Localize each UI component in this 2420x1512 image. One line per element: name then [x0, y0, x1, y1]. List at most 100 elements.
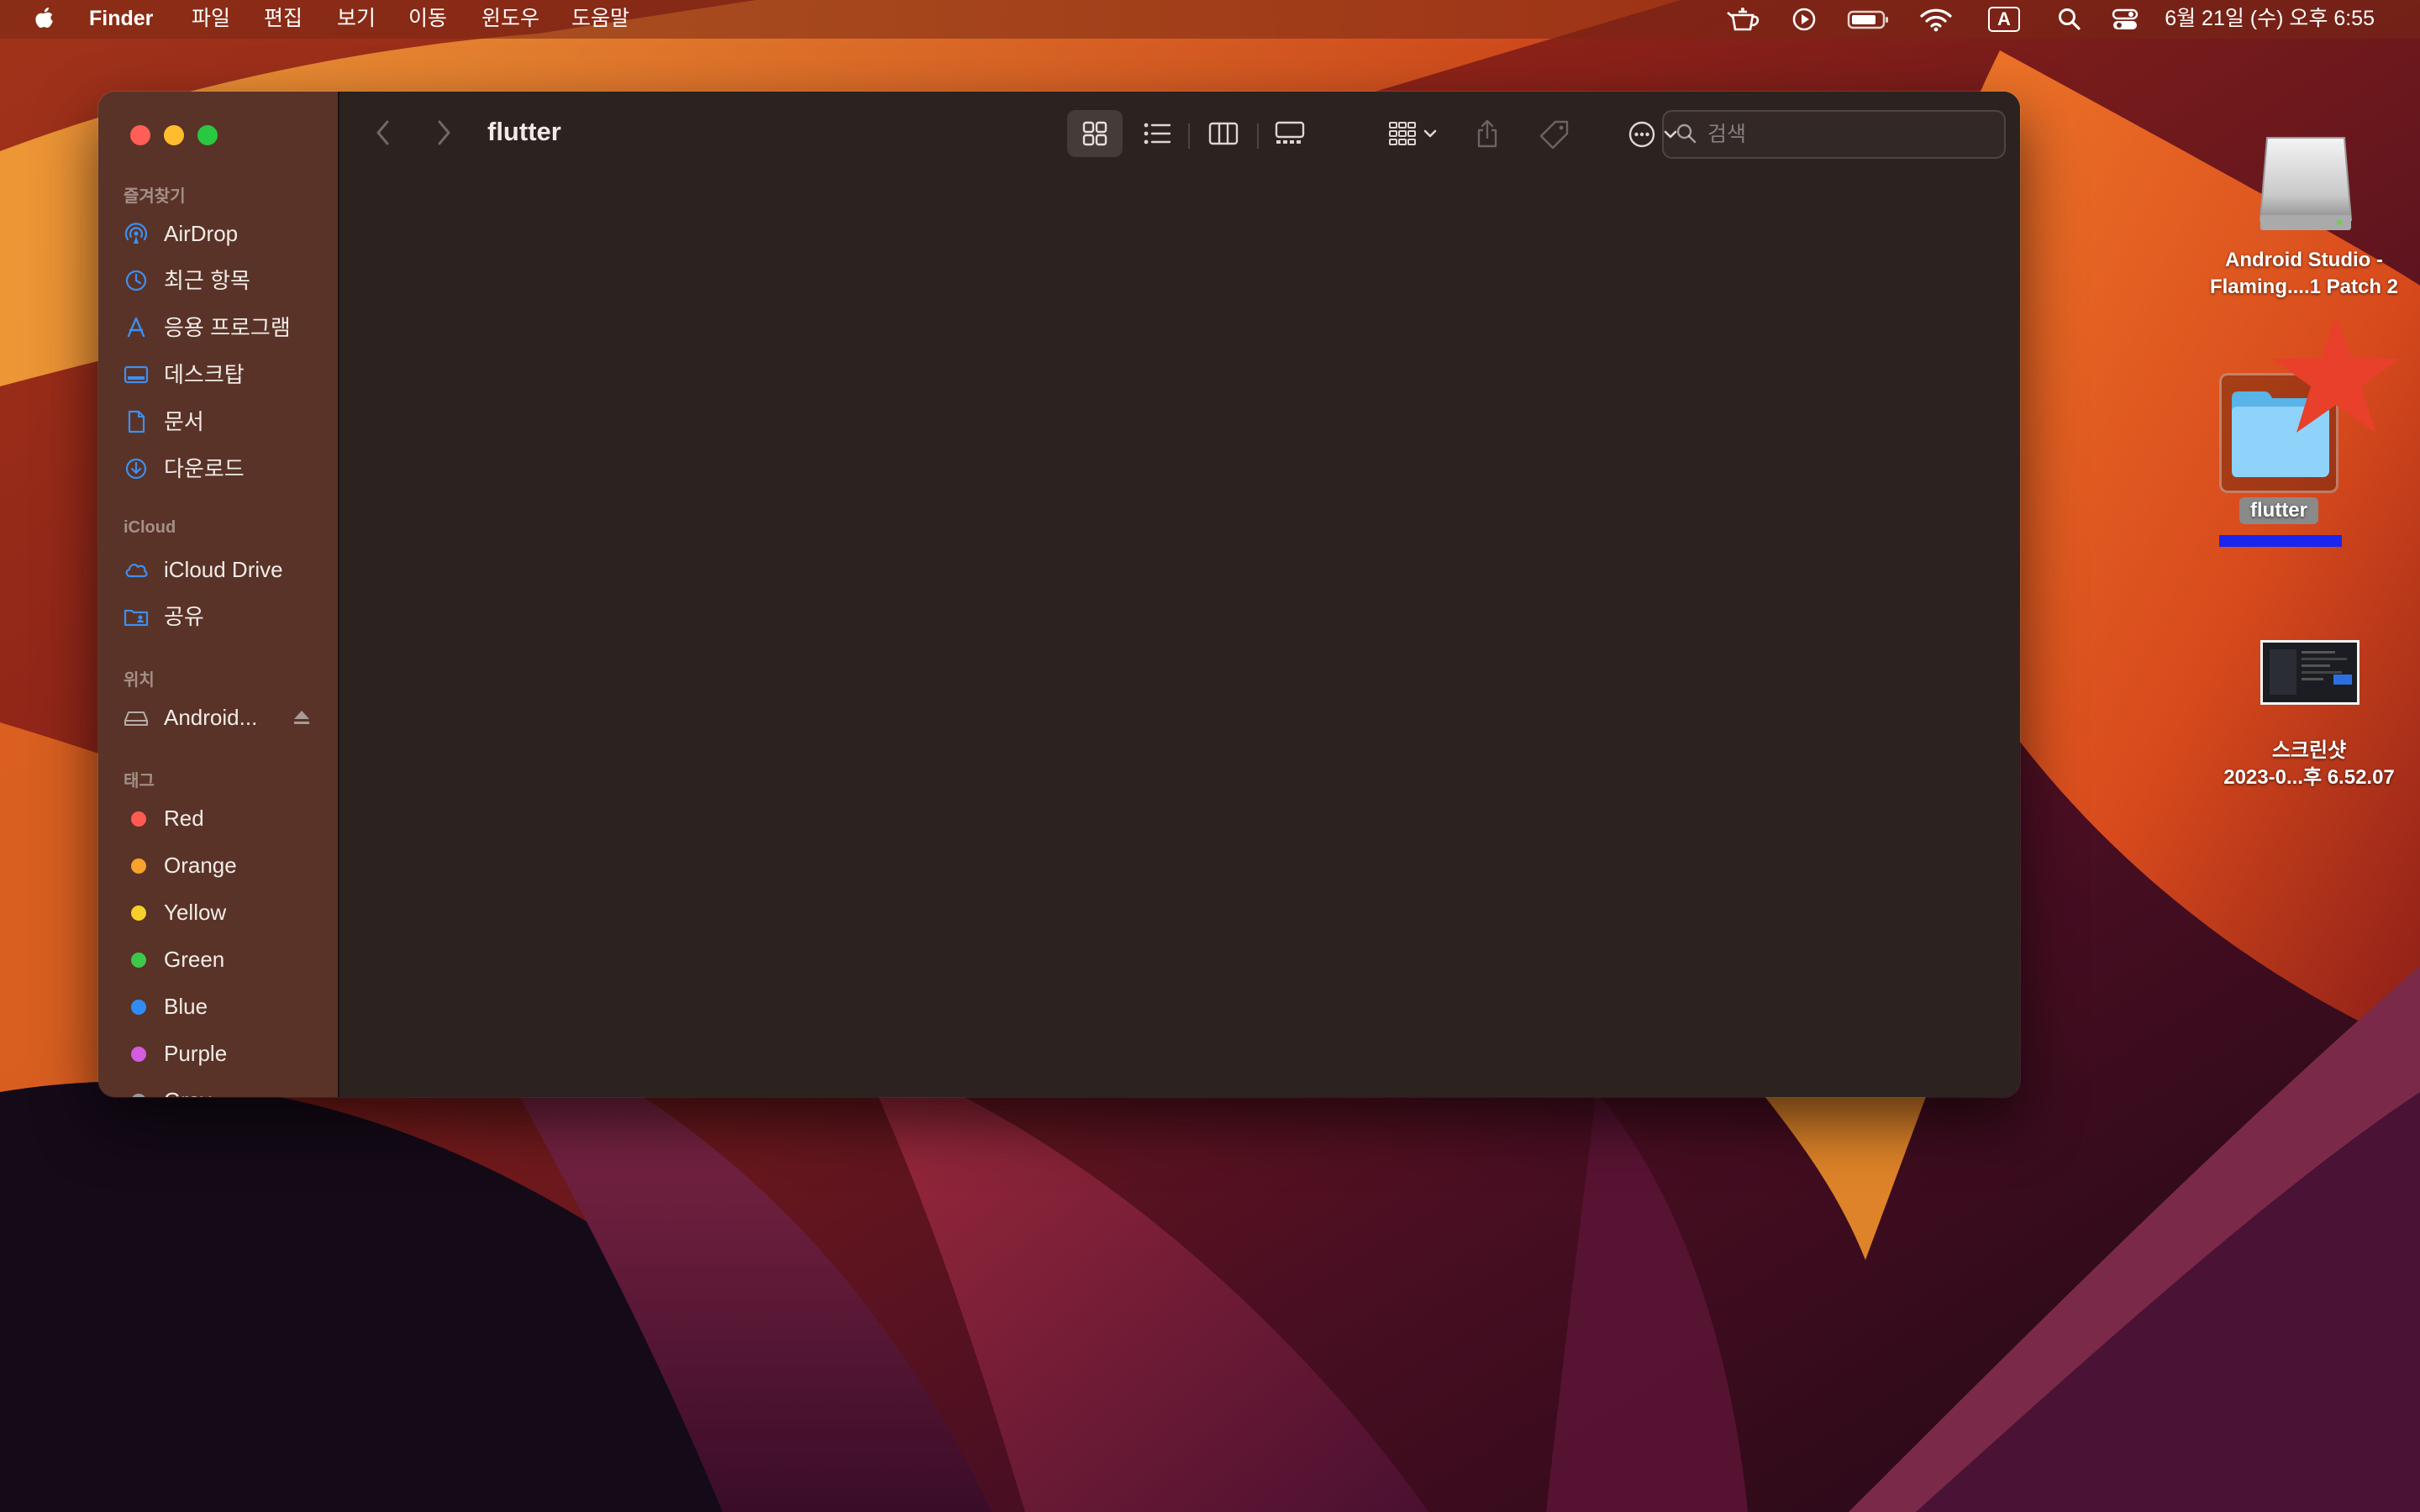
- forward-button[interactable]: [435, 118, 452, 147]
- sidebar-item-label: Yellow: [164, 900, 227, 925]
- share-icon: [1477, 119, 1497, 148]
- disk-image-label-line2: Flaming....1 Patch 2: [2209, 276, 2399, 298]
- finder-content-area[interactable]: flutter: [339, 92, 2020, 1097]
- eject-icon[interactable]: [292, 708, 311, 727]
- orange-tag-icon: [131, 858, 146, 874]
- sidebar-item-label: 다운로드: [164, 456, 245, 481]
- sidebar-item-tag-yellow[interactable]: Yellow: [124, 893, 329, 932]
- list-view-button[interactable]: [1133, 110, 1180, 157]
- disk-image-icon[interactable]: [2255, 133, 2356, 235]
- tag-icon: [1539, 120, 1569, 150]
- cloud-icon: [125, 564, 148, 578]
- menu-finder[interactable]: Finder: [89, 6, 153, 31]
- menubar-clock[interactable]: 6월 21일 (수) 오후 6:55: [2165, 6, 2375, 31]
- menu-bar: Finder 파일 편집 보기 이동 윈도우 도움말 A 6월 21일 (수) …: [0, 0, 2420, 39]
- window-title: flutter: [487, 117, 561, 146]
- menu-window[interactable]: 윈도우: [481, 6, 539, 31]
- list-icon: [1144, 123, 1171, 144]
- icon-view-button[interactable]: [1067, 110, 1123, 157]
- icloud-section-title: iCloud: [124, 518, 176, 537]
- desktop-icon: [124, 365, 149, 384]
- close-window-button[interactable]: [130, 125, 150, 145]
- sidebar-item-tag-purple[interactable]: Purple: [124, 1034, 329, 1073]
- airdrop-icon: [124, 223, 148, 244]
- menu-file[interactable]: 파일: [192, 6, 230, 31]
- search-field[interactable]: [1662, 110, 2006, 159]
- kettle-icon[interactable]: [1725, 5, 1764, 34]
- green-tag-icon: [131, 953, 146, 968]
- sidebar-item-label: Purple: [164, 1041, 228, 1066]
- columns-icon: [1208, 122, 1239, 145]
- screenshot-label-line2: 2023-0...후 6.52.07: [2223, 766, 2395, 789]
- document-icon: [128, 410, 145, 433]
- finder-window: 즐겨찾기 AirDrop 최근 항목 응용 프로그램 데스크탑 문서 다운로드 …: [98, 92, 2020, 1097]
- gray-tag-icon: [131, 1094, 146, 1097]
- gallery-view-button[interactable]: [1264, 110, 1316, 157]
- apple-menu-icon[interactable]: [30, 4, 57, 33]
- sidebar-item-tag-orange[interactable]: Orange: [124, 846, 329, 885]
- purple-tag-icon: [131, 1047, 146, 1062]
- sidebar-item-recents[interactable]: 최근 항목: [124, 261, 329, 300]
- sidebar-item-icloud-drive[interactable]: iCloud Drive: [124, 550, 329, 589]
- sidebar-item-label: 문서: [164, 409, 204, 434]
- sidebar-item-label: 데스크탑: [164, 362, 245, 387]
- sidebar-item-android-volume[interactable]: Android...: [124, 698, 329, 737]
- download-icon: [125, 458, 147, 480]
- shared-folder-icon: [124, 609, 149, 627]
- sidebar-item-airdrop[interactable]: AirDrop: [124, 214, 329, 253]
- blue-tag-icon: [131, 1000, 146, 1015]
- sidebar-item-label: AirDrop: [164, 221, 239, 246]
- sidebar-item-label: iCloud Drive: [164, 557, 283, 582]
- clock-icon: [125, 270, 147, 291]
- sidebar-item-label: Gray: [164, 1088, 211, 1097]
- back-button[interactable]: [375, 118, 392, 147]
- yellow-tag-icon: [131, 906, 146, 921]
- screenshot-thumbnail-icon[interactable]: [2260, 640, 2360, 705]
- screenshot-label-line1: 스크린샷: [2271, 739, 2347, 762]
- disk-image-label-line1: Android Studio -: [2225, 249, 2383, 271]
- share-button[interactable]: [1465, 110, 1509, 157]
- applications-icon: [127, 317, 145, 338]
- gallery-icon: [1275, 121, 1305, 144]
- sidebar-item-tag-red[interactable]: Red: [124, 799, 329, 837]
- tags-section-title: 태그: [124, 772, 155, 790]
- tag-button[interactable]: [1531, 110, 1576, 157]
- search-icon: [1676, 123, 1697, 144]
- minimize-window-button[interactable]: [164, 125, 184, 145]
- sidebar-item-label: Android...: [164, 705, 258, 730]
- play-circle-icon[interactable]: [1790, 5, 1818, 34]
- finder-sidebar: 즐겨찾기 AirDrop 최근 항목 응용 프로그램 데스크탑 문서 다운로드 …: [98, 92, 339, 1097]
- column-view-button[interactable]: [1198, 110, 1249, 157]
- locations-section-title: 위치: [124, 671, 155, 690]
- sidebar-item-tag-green[interactable]: Green: [124, 940, 329, 979]
- sidebar-item-label: 응용 프로그램: [164, 315, 291, 340]
- wifi-icon[interactable]: [1919, 5, 1953, 34]
- disk-icon: [124, 711, 148, 726]
- spotlight-search-icon[interactable]: [2055, 5, 2084, 34]
- sidebar-item-label: Red: [164, 806, 204, 831]
- sidebar-item-applications[interactable]: 응용 프로그램: [124, 308, 329, 347]
- sidebar-item-documents[interactable]: 문서: [124, 402, 329, 441]
- sidebar-item-label: Orange: [164, 853, 237, 878]
- sidebar-item-label: Green: [164, 947, 225, 972]
- search-input[interactable]: [1706, 118, 1995, 150]
- group-by-button[interactable]: [1381, 110, 1449, 157]
- sidebar-item-label: 최근 항목: [164, 268, 250, 293]
- menu-help[interactable]: 도움말: [571, 6, 629, 31]
- control-center-icon[interactable]: [2111, 5, 2139, 34]
- sidebar-item-downloads[interactable]: 다운로드: [124, 449, 329, 488]
- sidebar-item-tag-blue[interactable]: Blue: [124, 987, 329, 1026]
- sidebar-item-desktop[interactable]: 데스크탑: [124, 355, 329, 394]
- flutter-folder-label[interactable]: flutter: [2239, 497, 2318, 524]
- finder-toolbar: flutter: [339, 92, 2020, 176]
- menu-edit[interactable]: 편집: [264, 6, 302, 31]
- menu-go[interactable]: 이동: [408, 6, 447, 31]
- red-tag-icon: [131, 811, 146, 827]
- sidebar-item-tag-gray[interactable]: Gray: [124, 1081, 329, 1097]
- sidebar-item-label: Blue: [164, 994, 208, 1019]
- sidebar-item-shared[interactable]: 공유: [124, 597, 329, 636]
- zoom-window-button[interactable]: [197, 125, 218, 145]
- battery-icon[interactable]: [1847, 5, 1891, 34]
- menu-view[interactable]: 보기: [337, 6, 376, 31]
- input-source-icon[interactable]: A: [1988, 7, 2020, 32]
